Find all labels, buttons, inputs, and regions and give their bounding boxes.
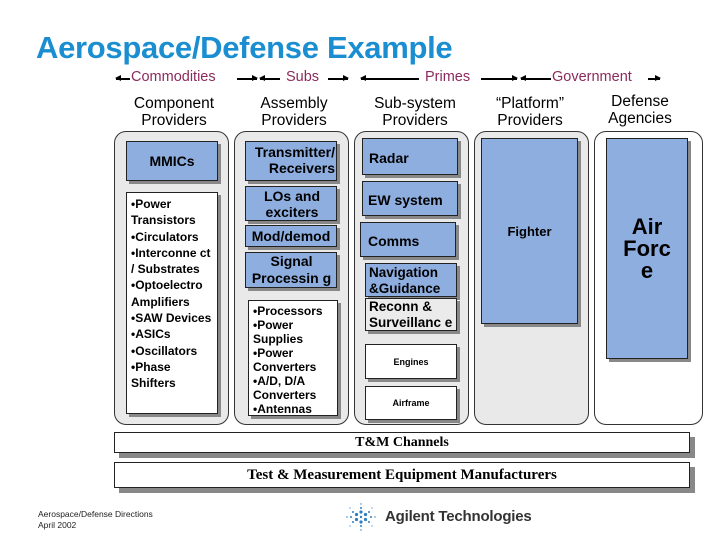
agilent-spark-logo-icon (346, 503, 376, 531)
segment-government: Government (552, 69, 632, 85)
brand-name: Agilent Technologies (385, 508, 532, 525)
list-item: •Circulators (131, 229, 199, 244)
column-header-component: Component Providers (110, 95, 238, 129)
header-line: Agencies (608, 110, 672, 127)
column-header-subsystem: Sub-system Providers (351, 95, 479, 129)
segment-arrow-left (520, 75, 551, 81)
footer-line-1: Aerospace/Defense Directions (38, 509, 153, 519)
segment-arrow-right (648, 75, 661, 81)
footer-text: Aerospace/Defense Directions April 2002 (38, 509, 153, 531)
segment-primes: Primes (425, 69, 471, 85)
segment-commodities: Commodities (131, 69, 216, 85)
mmics-box: MMICs (126, 141, 218, 181)
list-item: •Processors (253, 304, 323, 318)
segment-arrow-left (259, 75, 280, 81)
column-header-assembly: Assembly Providers (230, 95, 358, 129)
column-header-platform: “Platform” Providers (466, 95, 594, 129)
comms-box: Comms (360, 222, 456, 257)
segment-subs: Subs (286, 69, 320, 85)
header-line: Sub-system (374, 95, 456, 112)
list-item: •Power Transistors (131, 197, 196, 228)
reconn-surveillance-box: Reconn & Surveillanc e (365, 298, 457, 331)
list-item: •Oscillators (131, 343, 198, 358)
header-line: Providers (382, 112, 448, 129)
segment-arrow-right (481, 75, 518, 81)
segment-arrow-right (237, 75, 258, 81)
list-item: •Power Supplies (253, 318, 304, 346)
header-line: Providers (497, 112, 563, 129)
slide-title: Aerospace/Defense Example (36, 30, 453, 65)
list-item: •Antennas (253, 402, 312, 416)
header-line: Defense (611, 93, 669, 110)
segment-arrow-left (360, 75, 419, 81)
list-item: •Optoelectro Amplifiers (131, 278, 203, 309)
list-item: •SAW Devices (131, 311, 212, 326)
list-item: •A/D, D/A Converters (253, 374, 317, 402)
header-line: Providers (261, 112, 327, 129)
header-line: Component (133, 95, 215, 112)
column-header-defense: Defense Agencies (576, 93, 704, 127)
list-item: •Interconne ct / Substrates (131, 245, 211, 277)
air-force-box: Air Forc e (606, 138, 688, 359)
list-item: •ASICs (131, 327, 171, 342)
transmitter-receivers-box: Transmitter/ Receivers (245, 141, 337, 181)
airframe-box: Airframe (365, 386, 457, 420)
mod-demod-box: Mod/demod (245, 225, 337, 247)
segment-arrow-left (115, 75, 130, 81)
signal-processing-box: Signal Processin g (245, 252, 337, 288)
tm-channels-band: T&M Channels (114, 432, 690, 453)
navigation-guidance-box: Navigation &Guidance (365, 263, 457, 297)
assembly-list: •Processors •Power Supplies •Power Conve… (248, 300, 338, 416)
ew-system-box: EW system (362, 181, 458, 216)
component-list: •Power Transistors •Circulators •Interco… (126, 192, 218, 414)
footer-line-2: April 2002 (38, 520, 77, 530)
list-item: •Power Converters (253, 346, 317, 374)
segment-arrow-right (328, 75, 349, 81)
engines-box: Engines (365, 344, 457, 379)
tm-manufacturers-band: Test & Measurement Equipment Manufacture… (114, 462, 690, 488)
fighter-box: Fighter (481, 138, 578, 324)
header-line: Assembly (260, 95, 328, 112)
header-line: Providers (141, 112, 207, 129)
header-line: “Platform” (495, 95, 565, 112)
los-exciters-box: LOs and exciters (245, 186, 337, 221)
list-item: •Phase Shifters (131, 359, 176, 391)
radar-box: Radar (362, 138, 458, 175)
